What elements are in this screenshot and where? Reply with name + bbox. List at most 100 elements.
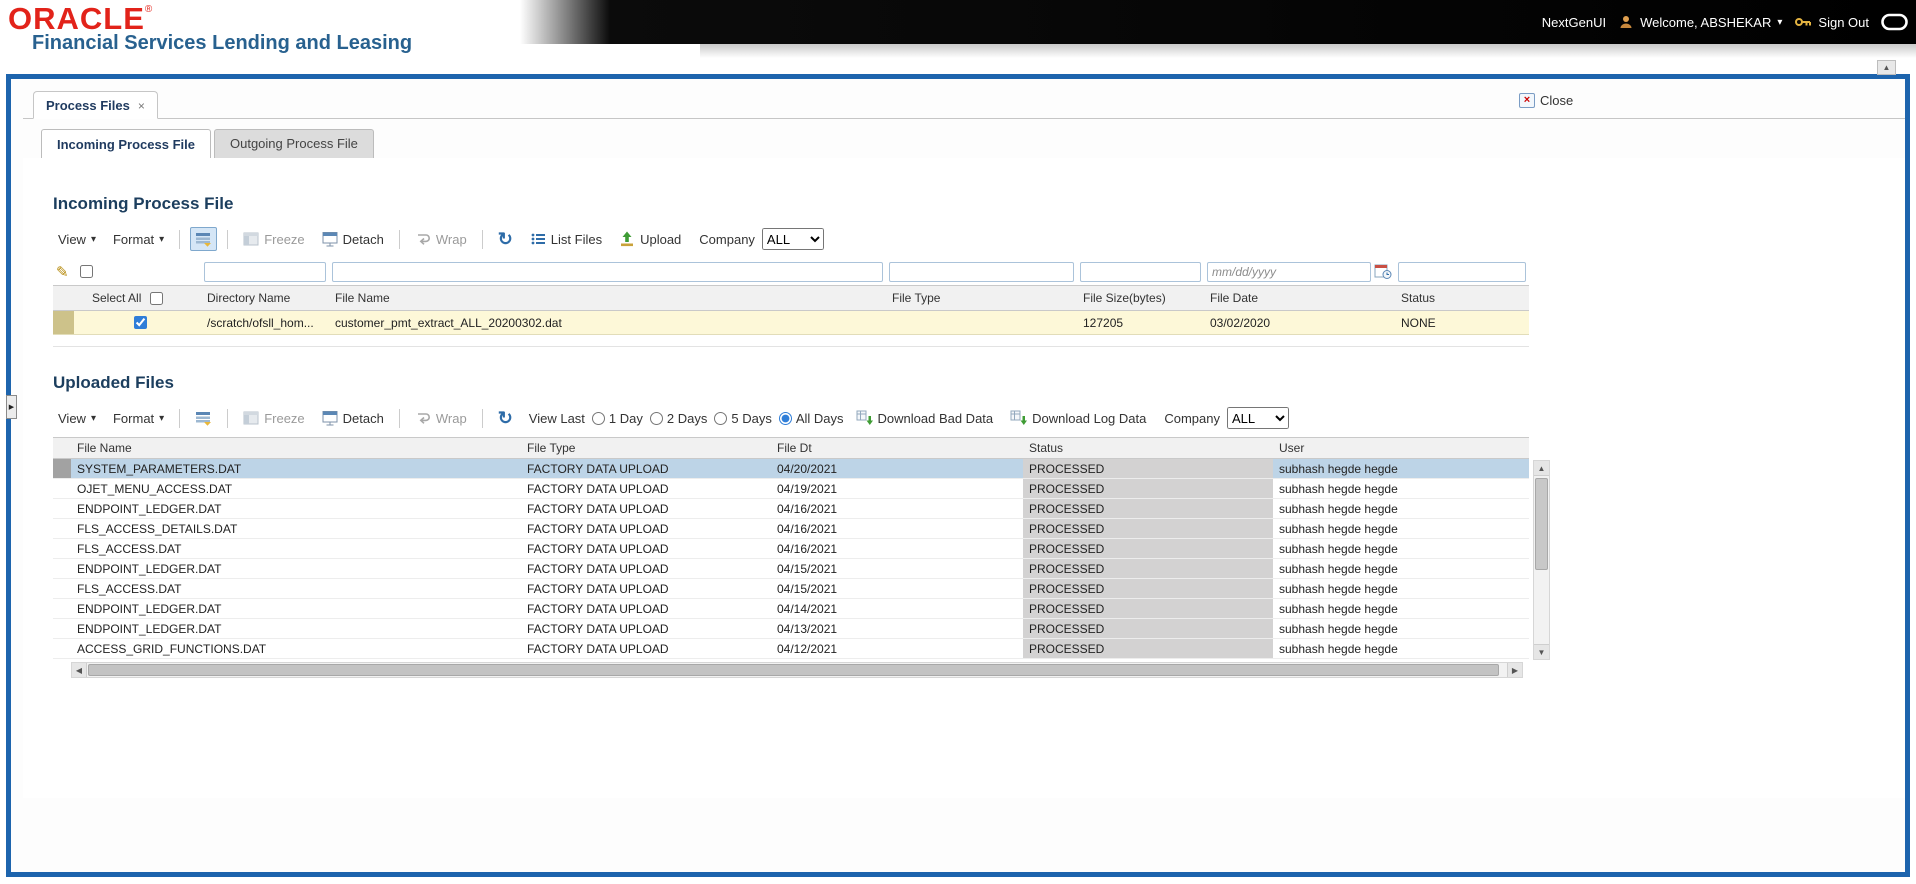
- file-name-cell: customer_pmt_extract_ALL_20200302.dat: [335, 315, 562, 330]
- radio-1-day-input[interactable]: [591, 411, 605, 425]
- status-cell: PROCESSED: [1023, 519, 1273, 538]
- row-selector[interactable]: [53, 499, 71, 518]
- file-name-cell: ENDPOINT_LEDGER.DAT: [77, 561, 222, 576]
- wrap-button[interactable]: Wrap: [410, 228, 472, 250]
- column-header-file-dt[interactable]: File Dt: [771, 441, 1023, 455]
- user-cell: subhash hegde hegde: [1279, 581, 1398, 596]
- radio-all-days[interactable]: All Days: [778, 411, 844, 426]
- table-row[interactable]: SYSTEM_PARAMETERS.DAT FACTORY DATA UPLOAD…: [53, 459, 1529, 479]
- vertical-scrollbar-thumb[interactable]: [1535, 478, 1548, 570]
- scroll-right-button[interactable]: ▶: [1507, 663, 1522, 677]
- table-row[interactable]: ENDPOINT_LEDGER.DAT FACTORY DATA UPLOAD 04…: [53, 499, 1529, 519]
- scroll-down-button[interactable]: ▼: [1534, 644, 1549, 659]
- list-files-button[interactable]: List Files: [525, 228, 607, 250]
- detach-button[interactable]: Detach: [317, 407, 389, 429]
- radio-1-day[interactable]: 1 Day: [591, 411, 643, 426]
- detach-button[interactable]: Detach: [317, 228, 389, 250]
- row-select-checkbox[interactable]: [134, 316, 147, 329]
- filter-status-input[interactable]: [1398, 261, 1526, 282]
- column-header-file-type[interactable]: File Type: [521, 441, 771, 455]
- company-select[interactable]: ALL: [761, 228, 824, 250]
- column-header-file-type[interactable]: File Type: [886, 291, 1077, 305]
- tab-outgoing-process-file[interactable]: Outgoing Process File: [214, 129, 374, 158]
- row-selector[interactable]: [53, 519, 71, 538]
- toolbar-separator: [481, 408, 483, 428]
- radio-5-days[interactable]: 5 Days: [714, 411, 772, 426]
- freeze-button[interactable]: Freeze: [238, 407, 309, 429]
- column-header-file-date[interactable]: File Date: [1204, 291, 1395, 305]
- table-row[interactable]: FLS_ACCESS_DETAILS.DAT FACTORY DATA UPLOA…: [53, 519, 1529, 539]
- radio-2-days[interactable]: 2 Days: [649, 411, 707, 426]
- format-menu[interactable]: Format ▾: [108, 229, 169, 250]
- column-header-user[interactable]: User: [1273, 441, 1529, 455]
- column-header-status[interactable]: Status: [1395, 291, 1529, 305]
- page-scrollbar-up-button[interactable]: ▲: [1877, 60, 1896, 75]
- table-row[interactable]: FLS_ACCESS.DAT FACTORY DATA UPLOAD 04/16/2…: [53, 539, 1529, 559]
- status-cell: PROCESSED: [1023, 619, 1273, 638]
- user-menu[interactable]: Welcome, ABSHEKAR ▾: [1618, 14, 1782, 30]
- company-select[interactable]: ALL: [1227, 407, 1289, 429]
- tab-close-icon[interactable]: ×: [138, 99, 145, 113]
- select-all-checkbox[interactable]: [150, 291, 164, 305]
- table-row[interactable]: ENDPOINT_LEDGER.DAT FACTORY DATA UPLOAD 04…: [53, 619, 1529, 639]
- close-button[interactable]: × Close: [1519, 93, 1573, 108]
- scroll-up-button[interactable]: ▲: [1534, 461, 1549, 476]
- filter-file-size-input[interactable]: [1080, 261, 1201, 282]
- horizontal-scrollbar-thumb[interactable]: [88, 664, 1499, 676]
- wrap-button[interactable]: Wrap: [410, 407, 472, 429]
- horizontal-scrollbar[interactable]: ◀ ▶: [71, 662, 1523, 678]
- nextgenui-link[interactable]: NextGenUI: [1542, 15, 1606, 30]
- row-selector[interactable]: [53, 479, 71, 498]
- refresh-button[interactable]: ↻: [493, 407, 518, 429]
- table-row[interactable]: OJET_MENU_ACCESS.DAT FACTORY DATA UPLOAD 0…: [53, 479, 1529, 499]
- row-selector[interactable]: [53, 639, 71, 658]
- table-row[interactable]: ACCESS_GRID_FUNCTIONS.DAT FACTORY DATA UP…: [53, 639, 1529, 659]
- column-header-file-size[interactable]: File Size(bytes): [1077, 291, 1204, 305]
- scroll-left-button[interactable]: ◀: [72, 663, 87, 677]
- row-selector[interactable]: [53, 559, 71, 578]
- row-selector[interactable]: [53, 599, 71, 618]
- radio-all-days-input[interactable]: [778, 411, 792, 425]
- column-header-status[interactable]: Status: [1023, 438, 1273, 458]
- download-log-data-button[interactable]: Download Log Data: [1005, 407, 1151, 429]
- download-bad-data-button[interactable]: Download Bad Data: [851, 407, 999, 429]
- filter-select-checkbox[interactable]: [79, 265, 93, 278]
- splitter-handle[interactable]: ▶: [6, 395, 17, 419]
- table-row[interactable]: /scratch/ofsll_hom... customer_pmt_extra…: [53, 311, 1529, 335]
- view-menu[interactable]: View ▾: [53, 229, 101, 250]
- edit-filter-icon[interactable]: ✎: [56, 263, 69, 281]
- radio-2-days-input[interactable]: [649, 411, 663, 425]
- filter-directory-input[interactable]: [204, 261, 326, 282]
- radio-5-days-input[interactable]: [714, 411, 728, 425]
- row-selector[interactable]: [53, 619, 71, 638]
- query-by-example-button[interactable]: [190, 406, 217, 430]
- tab-process-files[interactable]: Process Files ×: [33, 91, 158, 119]
- row-selector[interactable]: [53, 459, 71, 478]
- filter-file-date-input[interactable]: [1207, 261, 1371, 282]
- format-menu[interactable]: Format ▾: [108, 408, 169, 429]
- toolbar-separator: [179, 408, 181, 428]
- refresh-button[interactable]: ↻: [493, 228, 518, 250]
- column-header-file-name[interactable]: File Name: [71, 441, 521, 455]
- table-row[interactable]: FLS_ACCESS.DAT FACTORY DATA UPLOAD 04/15/2…: [53, 579, 1529, 599]
- calendar-icon[interactable]: [1374, 263, 1392, 280]
- vertical-scrollbar[interactable]: ▲ ▼: [1533, 460, 1550, 660]
- upload-button[interactable]: Upload: [614, 228, 686, 250]
- view-menu[interactable]: View ▾: [53, 408, 101, 429]
- sign-out-button[interactable]: Sign Out: [1794, 15, 1869, 30]
- column-header-select-all[interactable]: Select All: [74, 291, 201, 305]
- freeze-button[interactable]: Freeze: [238, 228, 309, 250]
- table-row[interactable]: ENDPOINT_LEDGER.DAT FACTORY DATA UPLOAD 04…: [53, 559, 1529, 579]
- column-header-directory-name[interactable]: Directory Name: [201, 291, 329, 305]
- power-icon[interactable]: [1881, 13, 1908, 32]
- filter-file-type-input[interactable]: [889, 261, 1074, 282]
- table-row[interactable]: ENDPOINT_LEDGER.DAT FACTORY DATA UPLOAD 04…: [53, 599, 1529, 619]
- row-selector[interactable]: [53, 539, 71, 558]
- query-by-example-button[interactable]: [190, 227, 218, 251]
- column-header-file-name[interactable]: File Name: [329, 291, 886, 305]
- row-selector[interactable]: [53, 311, 74, 334]
- row-selector[interactable]: [53, 579, 71, 598]
- tab-incoming-process-file[interactable]: Incoming Process File: [41, 129, 211, 158]
- filter-file-name-input[interactable]: [332, 261, 883, 282]
- splitter-arrow-icon: ▶: [8, 404, 15, 411]
